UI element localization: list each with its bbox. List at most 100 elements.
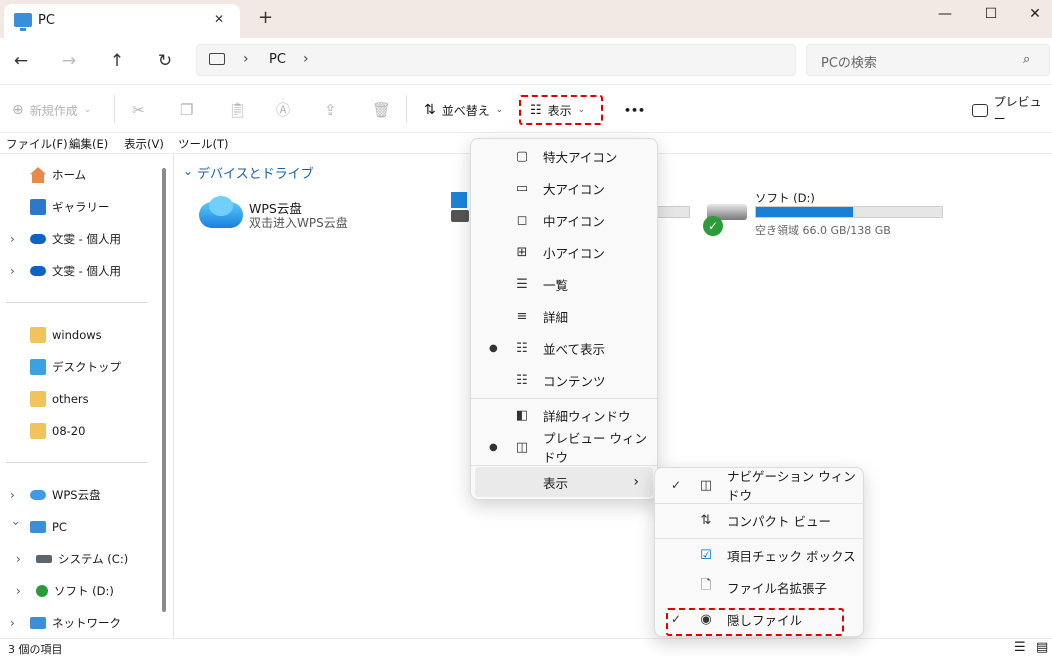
menu-view[interactable]: 表示(V) <box>124 136 164 152</box>
delete-icon[interactable]: 🗑︎ <box>372 99 391 121</box>
menu-item-medium-icons[interactable]: ◻ 中アイコン <box>475 205 653 235</box>
sidebar-scrollbar[interactable] <box>162 168 166 612</box>
chevron-right-icon[interactable]: › <box>16 552 28 566</box>
sidebar-item-desktop[interactable]: デスクトップ <box>30 356 121 378</box>
menu-item-large-icons[interactable]: ▭ 大アイコン <box>475 173 653 203</box>
submenu-item-navigation-pane[interactable]: ✓ ◫ ナビゲーション ウィンドウ <box>659 469 859 503</box>
menu-separator <box>655 503 863 504</box>
chevron-right-icon[interactable]: › <box>10 264 22 278</box>
minimize-button[interactable]: — <box>922 0 968 28</box>
cut-icon[interactable]: ✂ <box>132 99 145 121</box>
small-icons-icon: ⊞ <box>516 244 528 260</box>
new-tab-button[interactable]: + <box>258 7 273 28</box>
submenu-item-item-checkboxes[interactable]: ☑ 項目チェック ボックス <box>659 540 859 570</box>
tiles-view-icon[interactable]: ▤ <box>1036 640 1048 655</box>
sidebar-item-home[interactable]: ホーム <box>30 164 86 186</box>
search-icon: ⌕ <box>1023 52 1031 67</box>
up-button[interactable]: ↑ <box>104 48 130 74</box>
menu-item-details[interactable]: ≡ 詳細 <box>475 301 653 331</box>
back-button[interactable]: ← <box>8 48 34 74</box>
menu-item-content[interactable]: ☷ コンテンツ <box>475 365 653 395</box>
tab-pc[interactable]: PC ✕ <box>4 4 240 38</box>
sidebar-item-gallery[interactable]: ギャラリー <box>30 196 110 218</box>
drive-d-tile[interactable]: ✓ ソフト (D:) 空き領域 66.0 GB/138 GB <box>703 188 953 238</box>
file-extension-icon: 🗋︎ <box>700 578 712 593</box>
tab-title: PC <box>38 13 55 28</box>
list-icon: ☰ <box>516 276 528 292</box>
share-icon[interactable]: ⇪ <box>324 99 337 121</box>
gallery-icon <box>30 199 46 215</box>
menu-item-list[interactable]: ☰ 一覧 <box>475 269 653 299</box>
section-title[interactable]: デバイスとドライブ <box>197 163 314 182</box>
menu-item-tiles[interactable]: ● ☷ 並べて表示 <box>475 333 653 363</box>
search-box[interactable]: PCの検索 ⌕ <box>806 44 1050 76</box>
sidebar-item-pc[interactable]: › PC <box>9 516 67 538</box>
paste-icon[interactable]: 📋︎ <box>228 99 247 121</box>
folder-icon <box>30 327 46 343</box>
title-bar: PC ✕ + — ☐ ✕ <box>0 0 1052 38</box>
menu-item-small-icons[interactable]: ⊞ 小アイコン <box>475 237 653 267</box>
sidebar-item-onedrive-1[interactable]: › 文雯 - 個人用 <box>10 228 121 250</box>
menu-item-extra-large-icons[interactable]: ▢ 特大アイコン <box>475 141 653 171</box>
refresh-button[interactable]: ↻ <box>152 48 178 74</box>
menu-edit[interactable]: 編集(E) <box>69 136 108 152</box>
close-button[interactable]: ✕ <box>1012 0 1052 28</box>
chevron-right-icon[interactable]: › <box>16 584 28 598</box>
menu-separator <box>655 538 863 539</box>
preview-label: プレビュー <box>993 95 1042 126</box>
drive-d-usage-fill <box>756 207 853 217</box>
extra-large-icons-icon: ▢ <box>515 148 529 164</box>
drive-icon <box>36 585 48 597</box>
view-button-highlight <box>519 95 603 125</box>
wps-cloud-tile[interactable]: WPS云盘 双击进入WPS云盘 <box>195 194 415 234</box>
forward-button[interactable]: → <box>56 48 82 74</box>
onedrive-icon <box>30 234 46 244</box>
chevron-down-icon[interactable]: › <box>9 521 23 533</box>
copy-icon[interactable]: ❐ <box>180 99 193 121</box>
address-bar[interactable]: › PC › <box>196 44 796 76</box>
details-view-icon[interactable]: ☰ <box>1014 640 1026 655</box>
sidebar-item-wps[interactable]: › WPS云盘 <box>10 484 101 506</box>
sidebar-item-others[interactable]: others <box>30 388 89 410</box>
submenu-item-file-extensions[interactable]: 🗋︎ ファイル名拡張子 <box>659 572 859 602</box>
more-button[interactable]: ••• <box>624 99 645 121</box>
chevron-right-icon[interactable]: › <box>10 616 22 630</box>
windows-logo-icon <box>451 192 467 208</box>
chevron-right-icon[interactable]: › <box>303 51 309 67</box>
menu-file[interactable]: ファイル(F) <box>6 136 68 152</box>
breadcrumb-pc[interactable]: PC <box>269 52 286 67</box>
submenu-item-compact-view[interactable]: ⇅ コンパクト ビュー <box>659 505 859 535</box>
menu-separator <box>471 398 657 399</box>
chevron-down-icon[interactable]: ⌄ <box>183 164 193 178</box>
drive-d-free: 空き領域 66.0 GB/138 GB <box>755 224 891 237</box>
sidebar-item-onedrive-2[interactable]: › 文雯 - 個人用 <box>10 260 121 282</box>
maximize-button[interactable]: ☐ <box>968 0 1014 28</box>
sidebar-item-system-c[interactable]: › システム (C:) <box>16 548 128 570</box>
large-icons-icon: ▭ <box>515 180 529 196</box>
show-label: 表示 <box>543 475 569 491</box>
sidebar-item-label: ギャラリー <box>52 200 110 214</box>
search-input[interactable]: PCの検索 <box>821 52 877 71</box>
menu-tools[interactable]: ツール(T) <box>178 136 229 152</box>
tab-close-button[interactable]: ✕ <box>214 12 224 26</box>
menu-item-details-pane[interactable]: ◧ 詳細ウィンドウ <box>475 400 653 430</box>
chevron-right-icon[interactable]: › <box>10 232 22 246</box>
sidebar-item-windows[interactable]: windows <box>30 324 102 346</box>
chevron-right-icon[interactable]: › <box>10 488 22 502</box>
sidebar-item-08-20[interactable]: 08-20 <box>30 420 85 442</box>
navigation-pane-icon: ◫ <box>699 477 713 493</box>
selected-bullet-icon: ● <box>489 441 498 453</box>
wps-sub: 双击进入WPS云盘 <box>249 216 348 230</box>
new-button[interactable]: ⊕ 新規作成 ⌄ <box>12 99 91 121</box>
chevron-down-icon: ⌄ <box>83 105 92 115</box>
home-icon <box>30 167 46 183</box>
pc-stand-icon <box>20 28 26 31</box>
drive-d-usage-bar <box>755 206 943 218</box>
preview-button[interactable]: プレビュー <box>972 95 1052 126</box>
menu-item-preview-pane[interactable]: ● ◫ プレビュー ウィンドウ <box>475 431 653 465</box>
sort-button[interactable]: ⇅ 並べ替え ⌄ <box>424 99 503 121</box>
sidebar-item-network[interactable]: › ネットワーク <box>10 612 121 634</box>
rename-icon[interactable]: Ⓐ <box>276 99 290 121</box>
sidebar-item-soft-d[interactable]: › ソフト (D:) <box>16 580 114 602</box>
menu-item-show[interactable]: 表示 › <box>475 467 653 497</box>
